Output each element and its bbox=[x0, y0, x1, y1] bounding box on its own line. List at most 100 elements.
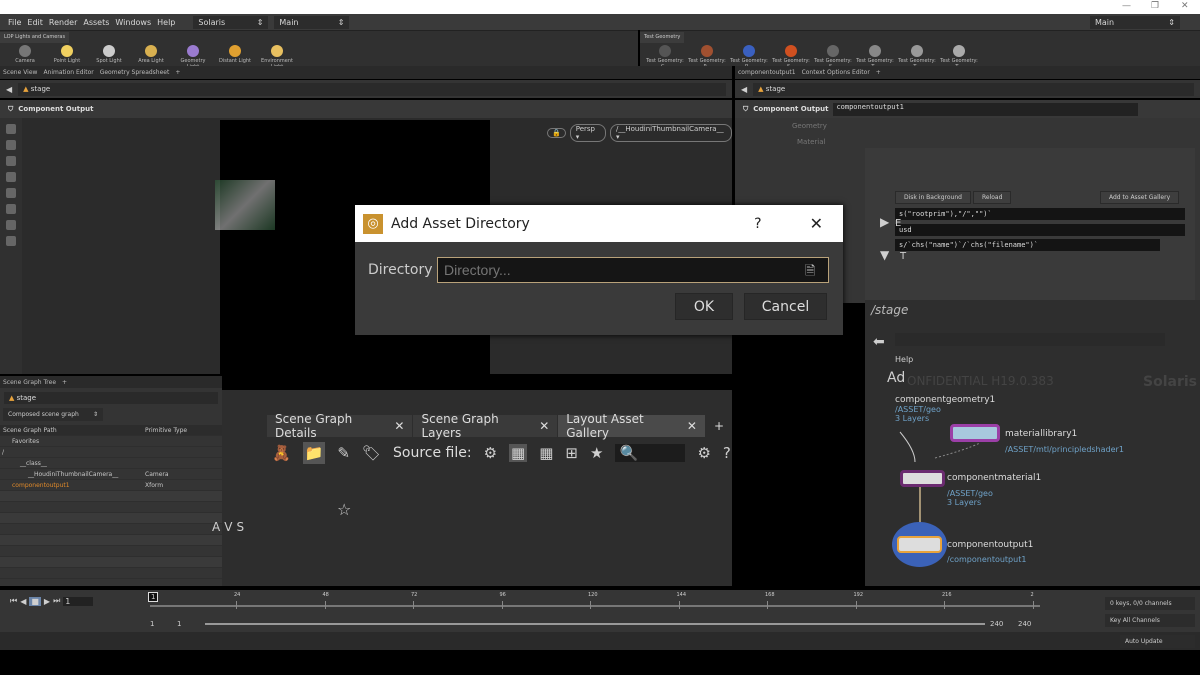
directory-input[interactable] bbox=[437, 257, 829, 283]
close-tab-icon[interactable]: ✕ bbox=[394, 419, 404, 433]
expand-arrow-icon[interactable]: ▶ bbox=[880, 215, 889, 229]
menu-file[interactable]: File bbox=[8, 18, 21, 27]
scene-graph-row[interactable]: __class__ bbox=[0, 458, 222, 469]
scale-tool-icon[interactable] bbox=[6, 188, 16, 198]
tab-context-options[interactable]: Context Options Editor bbox=[802, 69, 870, 76]
camera-tool-icon[interactable] bbox=[6, 220, 16, 230]
tab-scene-graph-tree[interactable]: Scene Graph Tree bbox=[3, 379, 56, 386]
tag-icon[interactable]: 🏷 bbox=[362, 444, 381, 462]
side-button-v[interactable]: V bbox=[224, 520, 232, 534]
ok-button[interactable]: OK bbox=[675, 293, 733, 320]
minimize-button[interactable]: — bbox=[1122, 1, 1131, 11]
select-tool-icon[interactable] bbox=[6, 124, 16, 134]
tab-scene-graph-details[interactable]: Scene Graph Details ✕ bbox=[267, 412, 413, 440]
help-icon[interactable]: ? bbox=[723, 444, 731, 462]
grid-small-icon[interactable]: ▦ bbox=[509, 444, 528, 462]
scene-graph-mode-select[interactable]: Composed scene graph ⇕ bbox=[3, 408, 103, 421]
add-tab-icon[interactable]: + bbox=[62, 379, 67, 386]
grid-large-icon[interactable]: ⊞ bbox=[565, 444, 578, 462]
path-field[interactable]: ▲ stage bbox=[753, 82, 1194, 96]
key-all-channels-select[interactable]: Key All Channels bbox=[1105, 614, 1195, 627]
edit-icon[interactable]: ✎ bbox=[337, 444, 350, 462]
add-directory-icon[interactable]: 📁 bbox=[302, 442, 326, 464]
scene-graph-row[interactable]: __HoudiniThumbnailCamera__ Camera bbox=[0, 469, 222, 480]
side-button-a[interactable]: A bbox=[212, 520, 220, 534]
star-icon[interactable]: ☆ bbox=[337, 500, 351, 519]
file-browse-icon[interactable]: 🗎 bbox=[805, 262, 815, 284]
tab-animation-editor[interactable]: Animation Editor bbox=[43, 69, 93, 76]
menu-help[interactable]: Help bbox=[157, 18, 175, 27]
rotate-tool-icon[interactable] bbox=[6, 172, 16, 182]
add-tab-icon[interactable]: + bbox=[876, 69, 881, 76]
gear-icon[interactable]: ⚙ bbox=[484, 444, 497, 462]
jump-start-icon[interactable]: ⏮ bbox=[10, 596, 17, 606]
auto-update-select[interactable]: Auto Update bbox=[1120, 635, 1195, 648]
componentmaterial-node[interactable] bbox=[900, 470, 945, 487]
lock-icon[interactable] bbox=[6, 140, 16, 150]
tab-layout-asset-gallery[interactable]: Layout Asset Gallery ✕ bbox=[558, 412, 705, 440]
persp-menu[interactable]: Persp ▾ bbox=[569, 124, 606, 142]
back-arrow-icon[interactable]: ◀ bbox=[6, 85, 12, 94]
maximize-button[interactable]: ❐ bbox=[1151, 1, 1159, 11]
playback-start-field[interactable]: 1 bbox=[177, 620, 181, 628]
frame-marker[interactable]: 1 bbox=[148, 592, 159, 602]
end-frame-field[interactable]: 240 bbox=[1018, 620, 1031, 628]
scene-graph-row[interactable]: componentoutput1 Xform bbox=[0, 480, 222, 491]
save-disk-background-button[interactable]: Disk in Background bbox=[895, 191, 971, 204]
range-slider[interactable] bbox=[205, 623, 985, 625]
extension-field[interactable]: usd bbox=[895, 224, 1185, 236]
network-editor[interactable]: /stage ⬅ Help Ad ONFIDENTIAL H19.0.383 S… bbox=[865, 300, 1200, 586]
jump-end-icon[interactable]: ⏭ bbox=[53, 596, 60, 606]
close-window-button[interactable]: ✕ bbox=[1181, 1, 1189, 11]
keys-channels-select[interactable]: 0 keys, 0/0 channels bbox=[1105, 597, 1195, 610]
shelf-tab-lights[interactable]: LOP Lights and Cameras bbox=[0, 32, 70, 43]
time-ruler[interactable]: 1 24 48 72 96 120 144 168 192 216 2 bbox=[148, 592, 1045, 612]
right-desktop-select[interactable]: Main ⇕ bbox=[1090, 15, 1180, 29]
move-tool-icon[interactable] bbox=[6, 156, 16, 166]
scene-graph-row[interactable]: / bbox=[0, 447, 222, 458]
current-frame-field[interactable]: 1 bbox=[63, 596, 94, 606]
grid-medium-icon[interactable]: ▦ bbox=[539, 444, 553, 462]
sgt-path-field[interactable]: ▲ stage bbox=[4, 392, 218, 404]
menu-assets[interactable]: Assets bbox=[83, 18, 109, 27]
light-tool-icon[interactable] bbox=[6, 204, 16, 214]
menu-render[interactable]: Render bbox=[49, 18, 77, 27]
rootprim-field[interactable]: s("rootprim"),"/","")` bbox=[895, 208, 1185, 220]
add-tab-icon[interactable]: + bbox=[706, 415, 732, 437]
filter-gear-icon[interactable]: ⚙ bbox=[697, 444, 710, 462]
desktop-select[interactable]: Solaris ⇕ bbox=[193, 15, 269, 29]
tab-scene-graph-layers[interactable]: Scene Graph Layers ✕ bbox=[413, 412, 558, 440]
cancel-button[interactable]: Cancel bbox=[744, 293, 827, 320]
tab-scene-view[interactable]: Scene View bbox=[3, 69, 37, 76]
start-frame-field[interactable]: 1 bbox=[150, 620, 154, 628]
playback-end-field[interactable]: 240 bbox=[990, 620, 1003, 628]
add-tab-icon[interactable]: + bbox=[175, 69, 180, 76]
close-tab-icon[interactable]: ✕ bbox=[539, 419, 549, 433]
collapse-arrow-icon[interactable]: ▼ bbox=[880, 248, 889, 262]
add-asset-icon[interactable]: 🧸 bbox=[272, 444, 291, 462]
search-field[interactable]: 🔍 bbox=[615, 444, 686, 462]
step-back-icon[interactable]: ◀ bbox=[20, 597, 26, 606]
lock-camera-icon[interactable]: 🔒 bbox=[547, 128, 566, 138]
dialog-close-button[interactable]: ✕ bbox=[810, 214, 823, 233]
path-field[interactable]: ▲ stage bbox=[18, 82, 726, 96]
scene-graph-row[interactable]: Favorites bbox=[0, 436, 222, 447]
close-tab-icon[interactable]: ✕ bbox=[687, 419, 697, 433]
stop-icon[interactable]: ■ bbox=[29, 596, 41, 606]
reload-button[interactable]: Reload bbox=[973, 191, 1012, 204]
menu-windows[interactable]: Windows bbox=[115, 18, 151, 27]
back-arrow-icon[interactable]: ◀ bbox=[741, 85, 747, 94]
column-path[interactable]: Scene Graph Path bbox=[0, 427, 145, 434]
shelf-tab-test-geometry[interactable]: Test Geometry bbox=[640, 32, 685, 43]
tab-componentoutput1[interactable]: componentoutput1 bbox=[738, 69, 796, 76]
context-select[interactable]: Main ⇕ bbox=[274, 15, 350, 29]
play-icon[interactable]: ▶ bbox=[44, 597, 50, 606]
favorite-filter-icon[interactable]: ★ bbox=[590, 444, 603, 462]
componentoutput-node[interactable] bbox=[897, 536, 942, 553]
filename-field[interactable]: s/`chs("name")`/`chs("filename")` bbox=[895, 239, 1160, 251]
materiallibrary-node[interactable] bbox=[950, 424, 1000, 442]
add-to-asset-gallery-button[interactable]: Add to Asset Gallery bbox=[1100, 191, 1180, 204]
column-type[interactable]: Primitive Type bbox=[145, 427, 187, 434]
dialog-help-button[interactable]: ? bbox=[754, 216, 761, 232]
node-name-field[interactable]: componentoutput1 bbox=[833, 102, 1139, 116]
